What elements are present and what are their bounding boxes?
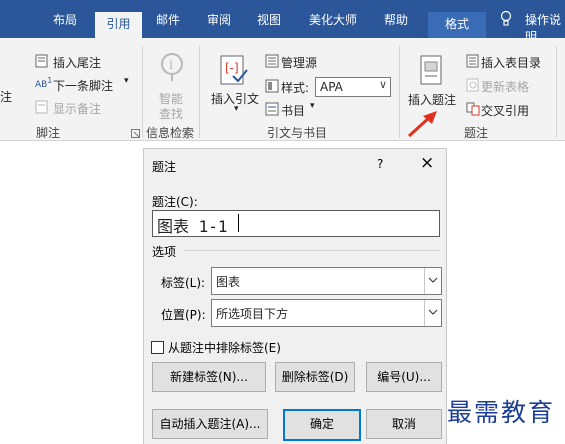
show-notes-button[interactable]: 显示备注 [53, 100, 101, 117]
ribbon-edge-text: 注 [0, 90, 13, 104]
group-divider [199, 46, 200, 138]
next-footnote-icon: AB1 [35, 76, 53, 90]
research-group-label: 信息检索 [146, 126, 195, 140]
caption-field-label: 题注(C): [152, 195, 198, 209]
position-select[interactable]: 所选项目下方 [211, 299, 442, 327]
delete-label-button[interactable]: 删除标签(D) [275, 362, 355, 392]
label-select-value: 图表 [216, 275, 241, 289]
captions-group-label: 题注 [464, 126, 489, 140]
tab-help[interactable]: 帮助 [384, 11, 408, 28]
update-table-button[interactable]: 更新表格 [481, 78, 529, 95]
tab-mailings[interactable]: 邮件 [156, 11, 180, 28]
options-label: 选项 [152, 245, 177, 259]
tab-review[interactable]: 审阅 [207, 11, 231, 28]
svg-text:i: i [169, 58, 173, 73]
svg-text:[-]: [-] [225, 61, 239, 75]
smart-lookup-icon: i [158, 52, 186, 85]
tab-format[interactable]: 格式 [428, 12, 486, 38]
watermark: 最需教育 [447, 398, 556, 427]
chevron-down-icon: ∨ [378, 78, 387, 91]
manage-sources-icon [265, 54, 279, 71]
dialog-title: 题注 [152, 160, 177, 174]
chevron-down-icon[interactable]: ▾ [310, 101, 315, 111]
chevron-down-icon [424, 300, 441, 326]
next-footnote-button[interactable]: 下一条脚注 [53, 77, 113, 94]
style-select-value: APA [320, 80, 343, 94]
bibliography-icon [265, 102, 279, 119]
insert-table-of-figures-button[interactable]: 插入表目录 [481, 54, 541, 71]
style-icon [265, 79, 279, 96]
tab-layout[interactable]: 布局 [53, 11, 77, 28]
citations-group-label: 引文与书目 [267, 126, 328, 140]
footnotes-group-label: 脚注 [36, 126, 61, 140]
text-cursor [238, 214, 239, 232]
label-select[interactable]: 图表 [211, 267, 442, 295]
options-divider [184, 250, 440, 251]
tab-view[interactable]: 视图 [257, 11, 281, 28]
autocaption-button[interactable]: 自动插入题注(A)... [152, 409, 268, 439]
bibliography-button[interactable]: 书目 [281, 102, 305, 119]
update-table-icon [466, 78, 480, 95]
position-field-label: 位置(P): [161, 308, 206, 322]
insert-caption-icon [419, 54, 445, 89]
dialog-launcher-icon[interactable] [131, 127, 140, 141]
position-select-value: 所选项目下方 [216, 307, 289, 321]
insert-citation-icon: [-] [219, 52, 249, 89]
insert-caption-button[interactable]: 插入题注 [408, 91, 456, 108]
ribbon-tab-bar: 布局 引用 邮件 审阅 视图 美化大师 帮助 格式 操作说明 [0, 0, 565, 44]
insert-endnote-icon [35, 54, 49, 71]
ribbon-references: 注 插入尾注 AB1 下一条脚注 ▾ 显示备注 脚注 i 智能 查找 信息检索 … [0, 38, 565, 141]
table-of-figures-icon [466, 54, 480, 71]
group-divider [399, 46, 400, 138]
manage-sources-button[interactable]: 管理源 [281, 54, 317, 71]
cancel-button[interactable]: 取消 [366, 409, 442, 439]
exclude-label-text[interactable]: 从题注中排除标签(E) [168, 339, 281, 356]
tab-references[interactable]: 引用 [95, 12, 142, 38]
cross-reference-icon [466, 102, 480, 119]
red-arrow-pointer [405, 110, 439, 143]
help-button[interactable]: ? [377, 157, 383, 171]
new-label-button[interactable]: 新建标签(N)... [152, 362, 266, 392]
ok-button[interactable]: 确定 [283, 409, 361, 441]
insert-endnote-button[interactable]: 插入尾注 [53, 54, 101, 71]
style-select[interactable]: APA ∨ [315, 77, 391, 97]
chevron-down-icon[interactable]: ▾ [234, 104, 239, 114]
group-divider [556, 46, 557, 138]
group-divider [142, 46, 143, 138]
style-label: 样式: [281, 81, 310, 95]
close-button[interactable]: × [420, 153, 434, 173]
chevron-down-icon[interactable]: ▾ [124, 76, 129, 86]
tab-beautify[interactable]: 美化大师 [309, 11, 357, 28]
show-notes-icon [35, 100, 49, 117]
numbering-button[interactable]: 编号(U)... [366, 362, 442, 392]
label-field-label: 标签(L): [161, 276, 206, 290]
caption-dialog: 题注 ? × 题注(C): 图表 1-1 选项 标签(L): 图表 位置(P):… [143, 148, 447, 444]
caption-input[interactable]: 图表 1-1 [152, 210, 440, 237]
caption-input-value: 图表 1-1 [157, 217, 228, 236]
exclude-label-checkbox[interactable] [151, 341, 164, 354]
chevron-down-icon [424, 268, 441, 294]
lightbulb-icon [500, 10, 512, 31]
cross-reference-button[interactable]: 交叉引用 [481, 102, 529, 119]
smart-lookup-label-2[interactable]: 查找 [159, 105, 183, 122]
